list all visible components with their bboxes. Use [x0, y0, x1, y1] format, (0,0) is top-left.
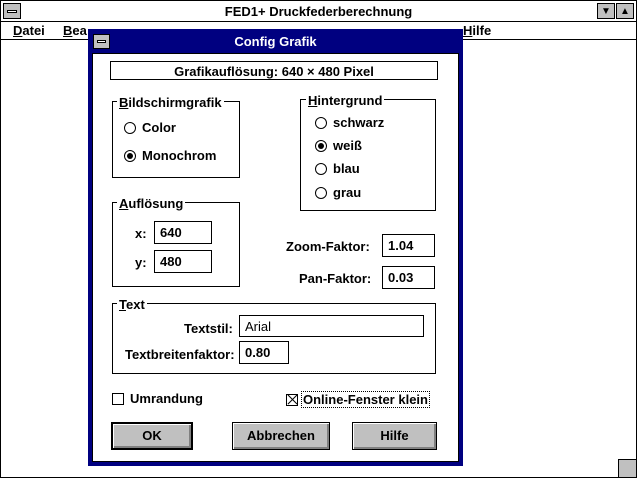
x-label: x:: [135, 226, 147, 241]
radio-weiss[interactable]: [315, 140, 327, 152]
x-resolution-input[interactable]: 640: [154, 221, 212, 244]
main-window-title: FED1+ Druckfederberechnung: [224, 4, 413, 19]
radio-grau-label[interactable]: grau: [333, 185, 361, 200]
minimize-button[interactable]: ▼: [597, 3, 615, 19]
textbreitenfaktor-label: Textbreitenfaktor:: [125, 347, 235, 362]
arrow-up-icon: ▲: [620, 6, 630, 17]
config-grafik-dialog: Config Grafik Grafikauflösung: 640 × 480…: [88, 29, 463, 466]
text-group-label: Text: [117, 297, 147, 312]
ok-button[interactable]: OK: [111, 422, 193, 450]
menu-bearbeiten[interactable]: Bea: [63, 23, 87, 38]
radio-weiss-label[interactable]: weiß: [333, 138, 362, 153]
radio-color-label[interactable]: Color: [142, 120, 176, 135]
radio-color[interactable]: [124, 122, 136, 134]
radio-schwarz-label[interactable]: schwarz: [333, 115, 384, 130]
zoom-factor-input[interactable]: 1.04: [382, 234, 435, 257]
aufloesung-label: Auflösung: [117, 196, 186, 211]
radio-monochrom[interactable]: [124, 150, 136, 162]
radio-blau[interactable]: [315, 163, 327, 175]
pan-factor-label: Pan-Faktor:: [299, 271, 372, 286]
cancel-button[interactable]: Abbrechen: [232, 422, 330, 450]
system-menu-icon: [97, 40, 106, 43]
dialog-body: Grafikauflösung: 640 × 480 Pixel Bildsch…: [92, 53, 459, 462]
radio-schwarz[interactable]: [315, 117, 327, 129]
pan-factor-input[interactable]: 0.03: [382, 266, 435, 289]
radio-grau[interactable]: [315, 187, 327, 199]
textstil-label: Textstil:: [184, 321, 233, 336]
size-grip[interactable]: [618, 459, 636, 477]
y-resolution-input[interactable]: 480: [154, 250, 212, 273]
help-button[interactable]: Hilfe: [352, 422, 437, 450]
aufloesung-group: [112, 202, 240, 287]
maximize-button[interactable]: ▲: [616, 3, 634, 19]
textbreitenfaktor-input[interactable]: 0.80: [239, 341, 289, 364]
umrandung-label[interactable]: Umrandung: [130, 391, 203, 406]
menu-hilfe[interactable]: Hilfe: [463, 23, 491, 38]
y-label: y:: [135, 255, 147, 270]
online-fenster-klein-checkbox[interactable]: [286, 394, 298, 406]
bildschirmgrafik-label: Bildschirmgrafik: [117, 95, 224, 110]
hintergrund-label: Hintergrund: [306, 93, 385, 108]
bildschirmgrafik-group: [112, 101, 240, 178]
dialog-system-menu-button[interactable]: [93, 34, 110, 49]
umrandung-checkbox[interactable]: [112, 393, 124, 405]
resolution-info: Grafikauflösung: 640 × 480 Pixel: [110, 61, 438, 80]
menu-datei[interactable]: Datei: [13, 23, 45, 38]
online-fenster-klein-label[interactable]: Online-Fenster klein: [301, 391, 430, 408]
zoom-factor-label: Zoom-Faktor:: [286, 239, 370, 254]
dialog-title[interactable]: Config Grafik: [92, 32, 459, 52]
arrow-down-icon: ▼: [601, 6, 611, 17]
main-title-bar[interactable]: FED1+ Druckfederberechnung ▼ ▲: [1, 1, 636, 22]
radio-blau-label[interactable]: blau: [333, 161, 360, 176]
textstil-input[interactable]: Arial: [239, 315, 424, 337]
radio-monochrom-label[interactable]: Monochrom: [142, 148, 216, 163]
